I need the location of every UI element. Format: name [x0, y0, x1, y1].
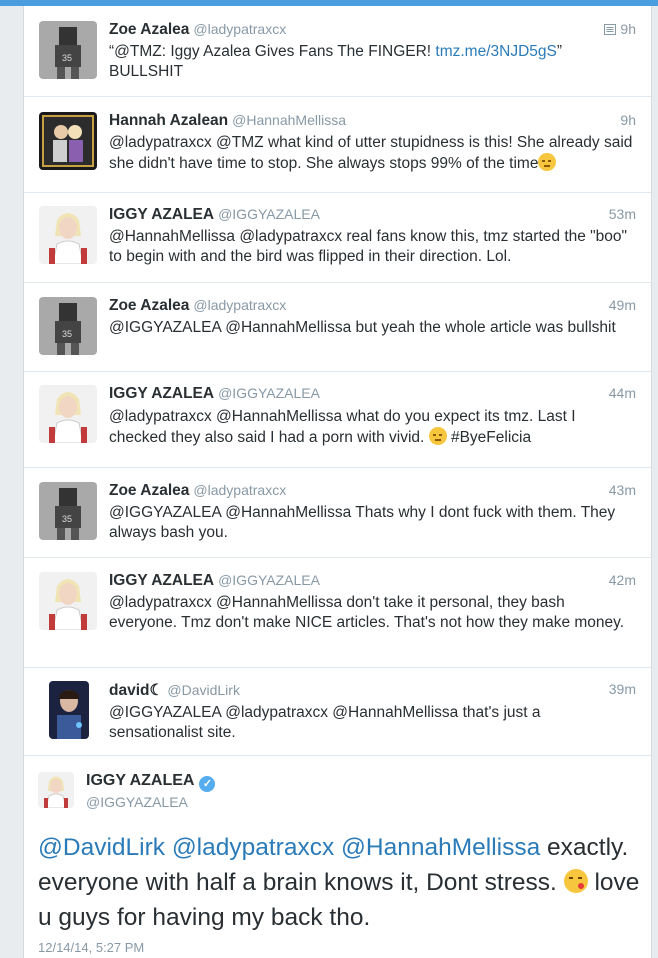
tweet[interactable]: IGGY AZALEA @IGGYAZALEA 42m @ladypatraxcx…	[24, 558, 651, 668]
avatar[interactable]	[39, 385, 97, 443]
mention-link[interactable]: @DavidLirk	[38, 834, 165, 861]
username[interactable]: @DavidLirk	[167, 682, 240, 698]
username[interactable]: @ladypatraxcx	[193, 482, 286, 498]
tweet[interactable]: david☾ @DavidLirk 39m @IGGYAZALEA @ladypa…	[24, 668, 651, 756]
timestamp[interactable]: 53m	[609, 206, 636, 222]
tweet-text: “@TMZ: Iggy Azalea Gives Fans The FINGER…	[109, 42, 637, 82]
timestamp[interactable]: 9h	[620, 112, 636, 128]
svg-text:35: 35	[62, 53, 72, 63]
tweet-text: @ladypatraxcx @TMZ what kind of utter st…	[109, 133, 637, 174]
tweet[interactable]: 35 Zoe Azalea @ladypatraxcx 43m @IGGYAZAL…	[24, 468, 651, 558]
timestamp[interactable]: 42m	[609, 572, 636, 588]
tweet-text: @IGGYAZALEA @HannahMellissa but yeah the…	[109, 319, 616, 336]
timestamp[interactable]: 9h	[604, 21, 636, 37]
tweet-date[interactable]: 12/14/14, 5:27 PM	[38, 940, 144, 955]
username[interactable]: @ladypatraxcx	[193, 297, 286, 313]
unamused-face-emoji-icon	[428, 427, 447, 445]
timestamp[interactable]: 39m	[609, 681, 636, 697]
tweet-text: @IGGYAZALEA @HannahMellissa Thats why I …	[109, 504, 616, 541]
tweet[interactable]: IGGY AZALEA @IGGYAZALEA 53m @HannahMellis…	[24, 193, 651, 283]
tweet[interactable]: 35 Zoe Azalea @ladypatraxcx 9h “@TMZ: Igg…	[24, 6, 651, 97]
display-name[interactable]: Zoe Azalea	[109, 482, 189, 499]
avatar[interactable]	[49, 681, 89, 739]
time-label: 9h	[620, 21, 636, 37]
timestamp[interactable]: 44m	[609, 385, 636, 401]
username[interactable]: @IGGYAZALEA	[218, 206, 320, 222]
tweet-text: @ladypatraxcx @HannahMellissa don't take…	[109, 594, 625, 631]
avatar[interactable]	[39, 572, 97, 630]
display-name[interactable]: IGGY AZALEA	[109, 385, 214, 402]
mention-link[interactable]: @ladypatraxcx	[172, 834, 334, 861]
tweet-link[interactable]: tmz.me/3NJD5gS	[435, 43, 556, 60]
display-name[interactable]: IGGY AZALEA	[109, 572, 214, 589]
timestamp[interactable]: 43m	[609, 482, 636, 498]
verified-badge-icon: ✓	[199, 776, 216, 792]
svg-text:35: 35	[62, 329, 72, 339]
avatar[interactable]	[38, 772, 74, 808]
display-name[interactable]: david☾	[109, 682, 163, 699]
timestamp[interactable]: 49m	[609, 297, 636, 313]
tweet-text: @IGGYAZALEA @ladypatraxcx @HannahMelliss…	[109, 704, 541, 741]
tweet[interactable]: Hannah Azalean @HannahMellissa 9h @ladypa…	[24, 97, 651, 193]
tweet-details-icon	[604, 24, 617, 35]
display-name[interactable]: Zoe Azalea	[109, 21, 189, 38]
main-tweet-text: @DavidLirk @ladypatraxcx @HannahMellissa…	[38, 830, 641, 935]
username[interactable]: @ladypatraxcx	[193, 21, 286, 37]
username[interactable]: @IGGYAZALEA	[218, 572, 320, 588]
avatar[interactable]	[39, 112, 97, 170]
main-tweet-author[interactable]: IGGY AZALEA ✓	[86, 772, 216, 792]
avatar[interactable]: 35	[39, 482, 97, 540]
mention-link[interactable]: @HannahMellissa	[341, 834, 540, 861]
tweet-text: @HannahMellissa @ladypatraxcx real fans …	[109, 228, 628, 265]
tweet[interactable]: 35 Zoe Azalea @ladypatraxcx 49m @IGGYAZAL…	[24, 283, 651, 372]
conversation-timeline: 35 Zoe Azalea @ladypatraxcx 9h “@TMZ: Igg…	[23, 6, 652, 958]
display-name[interactable]: IGGY AZALEA	[86, 772, 194, 789]
avatar[interactable]	[39, 206, 97, 264]
display-name[interactable]: IGGY AZALEA	[109, 206, 214, 223]
display-name[interactable]: Zoe Azalea	[109, 297, 189, 314]
kissing-face-emoji-icon	[563, 869, 588, 893]
tweet-text-segment: “@TMZ: Iggy Azalea Gives Fans The FINGER…	[109, 43, 436, 60]
avatar[interactable]: 35	[39, 297, 97, 355]
username[interactable]: @IGGYAZALEA	[86, 794, 188, 810]
avatar[interactable]: 35	[39, 21, 97, 79]
tweet-text-segment: #ByeFelicia	[446, 429, 532, 446]
unamused-face-emoji-icon	[538, 153, 557, 171]
username[interactable]: @HannahMellissa	[232, 112, 346, 128]
tweet[interactable]: IGGY AZALEA @IGGYAZALEA 44m @ladypatraxcx…	[24, 372, 651, 468]
display-name[interactable]: Hannah Azalean	[109, 112, 228, 129]
username[interactable]: @IGGYAZALEA	[218, 385, 320, 401]
svg-text:35: 35	[62, 514, 72, 524]
main-tweet[interactable]: IGGY AZALEA ✓ @IGGYAZALEA @DavidLirk @lad…	[24, 756, 651, 958]
tweet-text: @ladypatraxcx @HannahMellissa what do yo…	[109, 407, 637, 448]
